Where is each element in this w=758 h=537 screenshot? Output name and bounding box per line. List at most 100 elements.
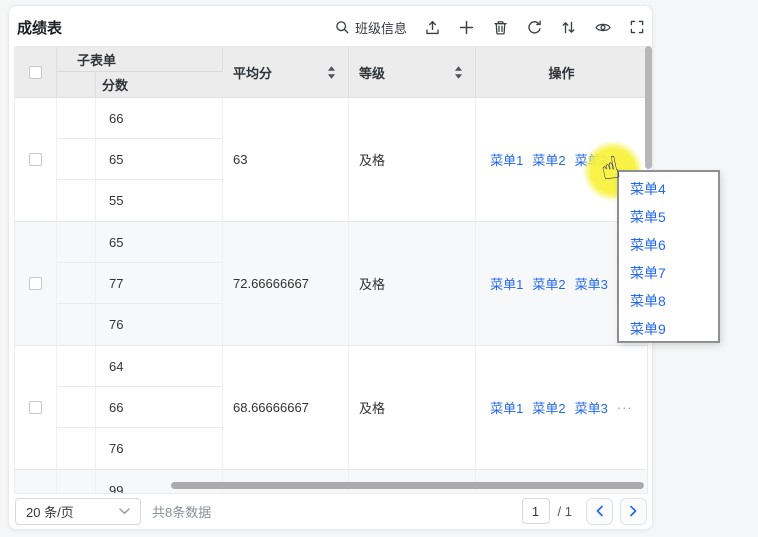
row-select-cell xyxy=(15,222,57,345)
vertical-scrollbar-thumb[interactable] xyxy=(645,46,652,169)
sort-button[interactable] xyxy=(558,17,579,38)
sort-carets-icon[interactable] xyxy=(454,65,463,80)
dropdown-item[interactable]: 菜单5 xyxy=(619,203,718,231)
score-cell: 64 xyxy=(96,346,223,387)
horizontal-scrollbar-thumb[interactable] xyxy=(171,482,644,489)
refresh-button[interactable] xyxy=(524,17,545,38)
subform-label: 子表单 xyxy=(77,50,116,69)
delete-button[interactable] xyxy=(490,17,511,38)
page-number-input[interactable] xyxy=(522,498,550,524)
expand-cell xyxy=(57,263,96,304)
row-select-cell xyxy=(15,98,57,221)
search-button[interactable]: 班级信息 xyxy=(332,16,409,39)
chevron-left-icon xyxy=(595,505,604,517)
chevron-right-icon xyxy=(629,505,638,517)
column-header-subform: 子表单 xyxy=(57,47,223,72)
plus-icon xyxy=(458,19,475,36)
grade-cell: 及格 xyxy=(349,222,476,345)
page-title: 成绩表 xyxy=(17,17,62,38)
average-cell: 63 xyxy=(223,98,349,221)
expand-cell xyxy=(57,222,96,263)
action-link[interactable]: 菜单3 xyxy=(575,150,608,169)
grade-label: 等级 xyxy=(359,63,385,82)
score-cell: 66 xyxy=(96,98,223,139)
dropdown-item[interactable]: 菜单4 xyxy=(619,175,718,203)
grade-cell: 及格 xyxy=(349,346,476,469)
action-link[interactable]: 菜单3 xyxy=(575,398,608,417)
action-link[interactable]: 菜单2 xyxy=(532,274,565,293)
row-checkbox[interactable] xyxy=(29,277,42,290)
more-actions-trigger[interactable]: ··· xyxy=(617,400,633,415)
page-size-value: 20 条/页 xyxy=(26,502,74,521)
action-link[interactable]: 菜单1 xyxy=(490,398,523,417)
refresh-icon xyxy=(526,19,543,36)
column-header-average[interactable]: 平均分 xyxy=(223,47,349,97)
score-cell: 55 xyxy=(96,180,223,221)
expand-cell xyxy=(57,304,96,345)
action-link[interactable]: 菜单3 xyxy=(575,274,608,293)
dropdown-item[interactable]: 菜单8 xyxy=(619,287,718,315)
column-header-score: 分数 xyxy=(96,72,223,97)
dropdown-item[interactable]: 菜单6 xyxy=(619,231,718,259)
table-header: 子表单 分数 平均分 等级 操作 xyxy=(15,47,647,98)
dropdown-item[interactable]: 菜单9 xyxy=(619,315,718,343)
select-all-checkbox[interactable] xyxy=(29,66,42,79)
action-link[interactable]: 菜单1 xyxy=(490,274,523,293)
titlebar: 成绩表 班级信息 xyxy=(9,6,652,46)
select-all-cell xyxy=(15,47,57,97)
toolbar: 班级信息 xyxy=(332,13,647,41)
dropdown-item[interactable]: 菜单7 xyxy=(619,259,718,287)
action-link[interactable]: 菜单1 xyxy=(490,150,523,169)
pagination-footer: 20 条/页 共8条数据 / 1 xyxy=(9,493,652,529)
score-cell: 65 xyxy=(96,222,223,263)
row-checkbox[interactable] xyxy=(29,401,42,414)
prev-page-button[interactable] xyxy=(586,498,613,525)
expand-column-header xyxy=(57,72,96,97)
search-icon xyxy=(334,19,350,35)
score-cell: 76 xyxy=(96,304,223,345)
actions-label: 操作 xyxy=(548,63,574,82)
grade-cell: 及格 xyxy=(349,98,476,221)
average-cell: 68.66666667 xyxy=(223,346,349,469)
export-button[interactable] xyxy=(422,17,443,38)
sort-carets-icon[interactable] xyxy=(327,65,336,80)
table-row-group: 64667668.66666667及格菜单1菜单2菜单3··· xyxy=(15,346,647,470)
table-row-group: 65777672.66666667及格菜单1菜单2菜单3··· xyxy=(15,222,647,346)
chevron-down-icon xyxy=(119,508,130,515)
page-size-select[interactable]: 20 条/页 xyxy=(15,498,141,525)
expand-cell xyxy=(57,180,96,221)
grade-table-card: 成绩表 班级信息 xyxy=(8,5,653,530)
upload-icon xyxy=(424,19,441,36)
expand-cell xyxy=(57,139,96,180)
page-total-text: / 1 xyxy=(558,504,572,519)
row-select-cell xyxy=(15,346,57,469)
row-checkbox[interactable] xyxy=(29,153,42,166)
score-label: 分数 xyxy=(102,75,128,94)
expand-cell xyxy=(57,387,96,428)
expand-cell xyxy=(57,346,96,387)
column-header-grade[interactable]: 等级 xyxy=(349,47,476,97)
row-select-cell xyxy=(15,470,57,494)
table-row-group: 66655563及格菜单1菜单2菜单3··· xyxy=(15,98,647,222)
actions-dropdown-menu: 菜单4菜单5菜单6菜单7菜单8菜单9 xyxy=(617,170,720,343)
add-button[interactable] xyxy=(456,17,477,38)
column-header-actions: 操作 xyxy=(476,47,647,97)
columns-visibility-button[interactable] xyxy=(592,17,614,38)
fullscreen-icon xyxy=(629,19,645,35)
next-page-button[interactable] xyxy=(620,498,647,525)
expand-cell xyxy=(57,98,96,139)
table-viewport: 子表单 分数 平均分 等级 操作 66655563及格菜单1菜 xyxy=(14,46,648,494)
eye-icon xyxy=(594,19,612,36)
score-cell: 76 xyxy=(96,428,223,469)
fullscreen-button[interactable] xyxy=(627,17,647,37)
more-actions-trigger[interactable]: ··· xyxy=(617,152,633,167)
actions-cell: 菜单1 菜单2 菜单3 ··· xyxy=(476,346,647,469)
average-label: 平均分 xyxy=(233,63,272,82)
action-link[interactable]: 菜单2 xyxy=(532,150,565,169)
average-cell: 72.66666667 xyxy=(223,222,349,345)
search-label: 班级信息 xyxy=(355,18,407,37)
total-count-text: 共8条数据 xyxy=(152,502,211,521)
table-body: 66655563及格菜单1菜单2菜单3···65777672.66666667及… xyxy=(15,98,647,494)
expand-cell xyxy=(57,428,96,469)
action-link[interactable]: 菜单2 xyxy=(532,398,565,417)
